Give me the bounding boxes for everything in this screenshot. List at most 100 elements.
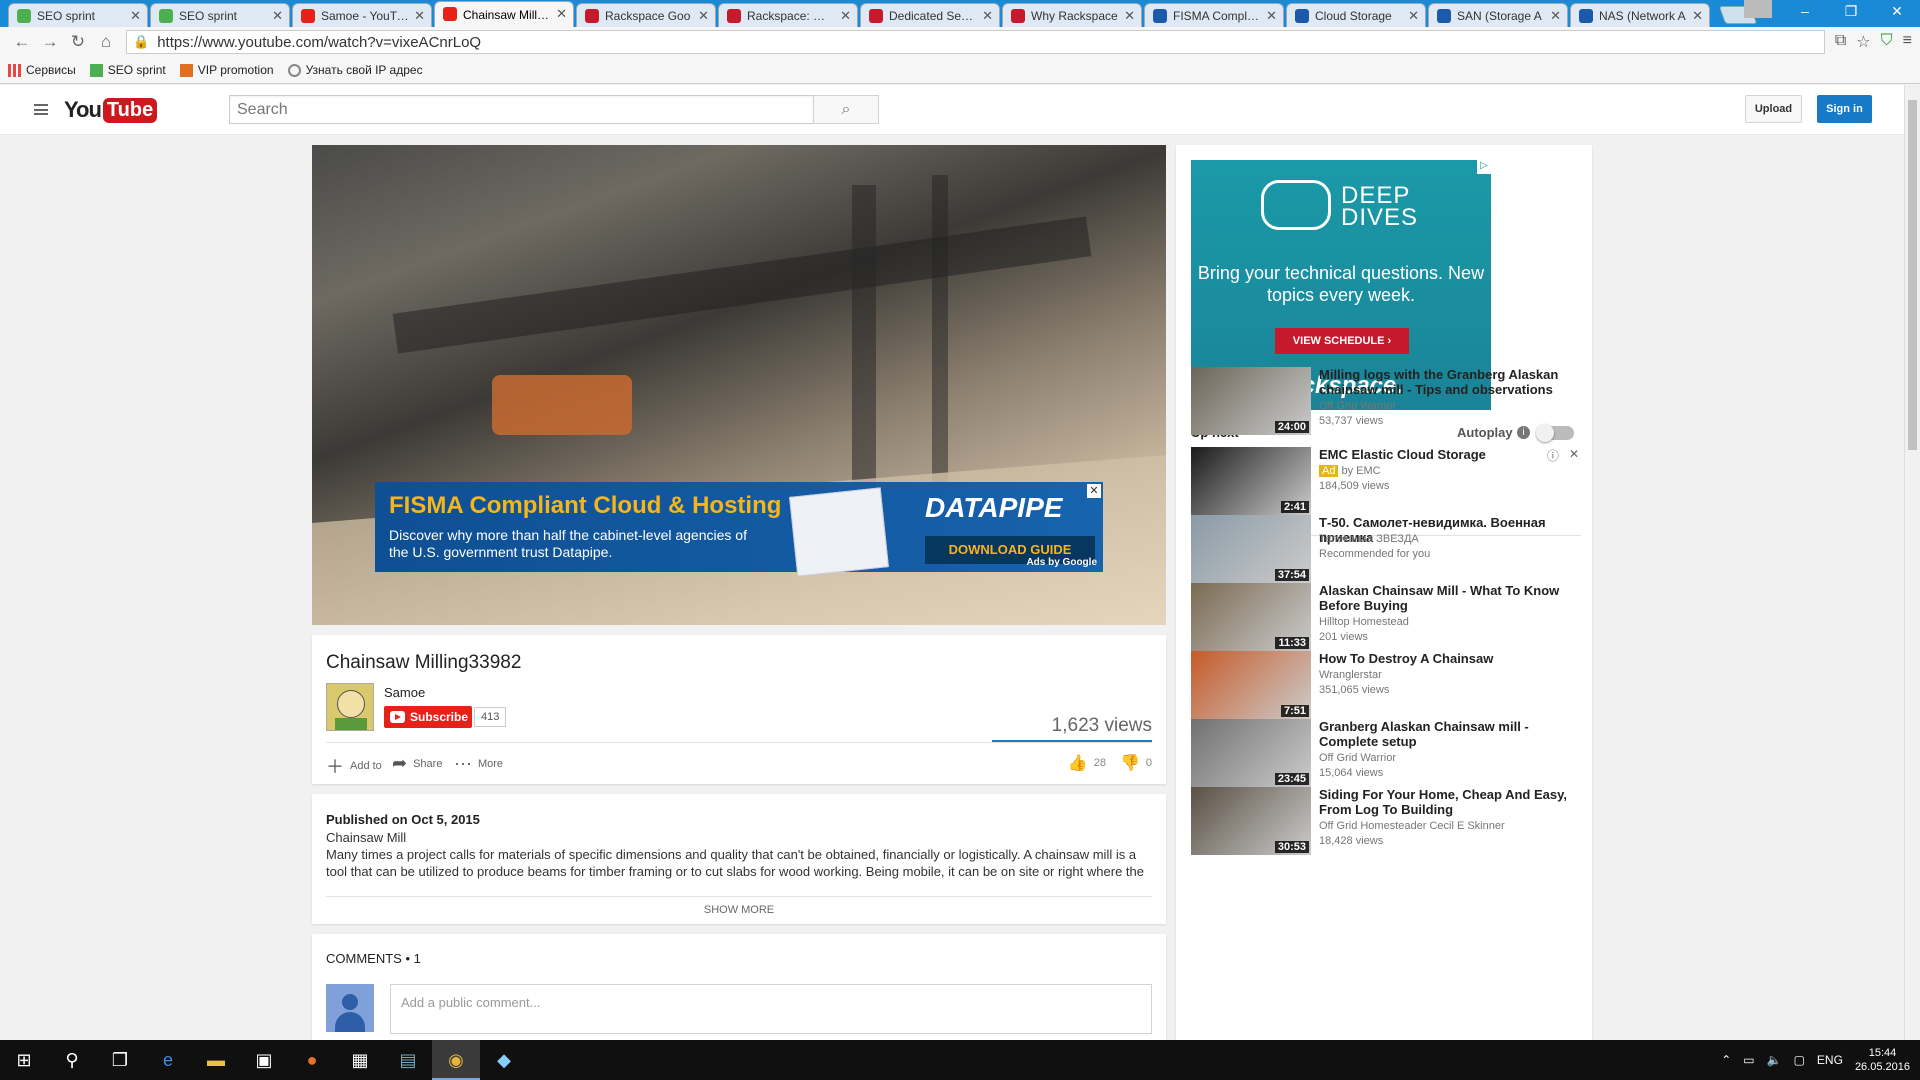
close-tab-icon[interactable]: ✕ <box>1408 8 1419 24</box>
bookmark-vip-promotion[interactable]: VIP promotion <box>179 63 274 77</box>
app-icon[interactable]: ◆ <box>480 1040 528 1080</box>
video-thumbnail[interactable]: 37:54 <box>1191 515 1311 583</box>
close-tab-icon[interactable]: ✕ <box>982 8 993 24</box>
video-thumbnail[interactable]: 23:45 <box>1191 719 1311 787</box>
info-icon[interactable]: ⓘ <box>1547 447 1559 464</box>
video-title[interactable]: Alaskan Chainsaw Mill - What To Know Bef… <box>1319 583 1579 613</box>
browser-tab[interactable]: Cloud Storage ✕ <box>1286 3 1426 27</box>
search-icon[interactable]: ⚲ <box>48 1040 96 1080</box>
close-icon[interactable]: ✕ <box>1569 447 1579 464</box>
related-video-item[interactable]: 11:33 Alaskan Chainsaw Mill - What To Kno… <box>1191 583 1581 653</box>
language-indicator[interactable]: ENG <box>1817 1053 1843 1067</box>
view-schedule-button[interactable]: VIEW SCHEDULE › <box>1275 328 1409 354</box>
video-thumbnail[interactable]: 7:51 <box>1191 651 1311 719</box>
close-ad-icon[interactable]: ✕ <box>1087 484 1101 498</box>
browser-tab[interactable]: SEO sprint ✕ <box>8 3 148 27</box>
video-channel[interactable]: Off Grid Warrior <box>1319 751 1396 766</box>
show-more-button[interactable]: SHOW MORE <box>312 904 1166 916</box>
page-scrollbar[interactable] <box>1904 85 1920 1040</box>
video-player[interactable]: FISMA Compliant Cloud & Hosting Discover… <box>312 145 1166 625</box>
browser-tab[interactable]: SEO sprint ✕ <box>150 3 290 27</box>
notifications-icon[interactable]: ▢ <box>1794 1053 1805 1067</box>
bookmark-seo-sprint[interactable]: SEO sprint <box>89 63 166 77</box>
bookmark-star-icon[interactable]: ☆ <box>1856 32 1870 52</box>
edge-browser-icon[interactable]: e <box>144 1040 192 1080</box>
task-view-icon[interactable]: ❐ <box>96 1040 144 1080</box>
close-tab-icon[interactable]: ✕ <box>556 6 567 22</box>
video-channel[interactable]: Off Grid Warrior <box>1319 399 1396 414</box>
close-tab-icon[interactable]: ✕ <box>698 8 709 24</box>
browser-tab[interactable]: Chainsaw Milling ✕ <box>434 1 574 27</box>
network-icon[interactable]: ▭ <box>1743 1053 1754 1067</box>
video-thumbnail[interactable]: 2:41 <box>1191 447 1311 515</box>
video-thumbnail[interactable]: 11:33 <box>1191 583 1311 651</box>
tray-chevron-icon[interactable]: ⌃ <box>1721 1053 1731 1067</box>
minimize-button[interactable]: – <box>1782 0 1828 24</box>
close-window-button[interactable]: ✕ <box>1874 0 1920 24</box>
browser-tab[interactable]: Dedicated Serve ✕ <box>860 3 1000 27</box>
browser-tab[interactable]: Rackspace Goo ✕ <box>576 3 716 27</box>
video-title[interactable]: Granberg Alaskan Chainsaw mill - Complet… <box>1319 719 1579 749</box>
browser-tab[interactable]: Rackspace: Man ✕ <box>718 3 858 27</box>
browser-tab[interactable]: Why Rackspace ✕ <box>1002 3 1142 27</box>
browser-tab[interactable]: FISMA Complian ✕ <box>1144 3 1284 27</box>
home-icon[interactable]: ⌂ <box>92 32 120 52</box>
related-video-item[interactable]: 37:54 Т-50. Самолет-невидимка. Военная пр… <box>1191 515 1581 585</box>
related-video-item[interactable]: 30:53 Siding For Your Home, Cheap And Eas… <box>1191 787 1581 857</box>
dislike-button[interactable]: 👎 0 <box>1120 753 1152 773</box>
close-tab-icon[interactable]: ✕ <box>840 8 851 24</box>
channel-avatar[interactable] <box>326 683 374 731</box>
more-button[interactable]: ··· More <box>454 753 503 774</box>
maximize-button[interactable]: ❐ <box>1828 0 1874 24</box>
close-tab-icon[interactable]: ✕ <box>414 8 425 24</box>
video-thumbnail[interactable]: 24:00 <box>1191 367 1311 435</box>
windows-start-icon[interactable]: ⊞ <box>0 1040 48 1080</box>
comment-input[interactable]: Add a public comment... <box>390 984 1152 1034</box>
calculator-icon[interactable]: ▦ <box>336 1040 384 1080</box>
close-tab-icon[interactable]: ✕ <box>1266 8 1277 24</box>
upload-button[interactable]: Upload <box>1745 95 1802 123</box>
related-video-item[interactable]: 7:51 How To Destroy A Chainsaw Wranglersta… <box>1191 651 1581 721</box>
add-to-button[interactable]: ＋ Add to <box>326 753 382 779</box>
reload-icon[interactable]: ↻ <box>64 32 92 52</box>
app-icon[interactable]: ▤ <box>384 1040 432 1080</box>
scrollbar-thumb[interactable] <box>1908 100 1917 450</box>
hamburger-menu-icon[interactable] <box>34 104 48 115</box>
browser-tab[interactable]: Samoe - YouTube ✕ <box>292 3 432 27</box>
search-button[interactable]: ⌕ <box>813 95 879 124</box>
player-overlay-ad[interactable]: FISMA Compliant Cloud & Hosting Discover… <box>375 482 1103 577</box>
file-explorer-icon[interactable]: ▬ <box>192 1040 240 1080</box>
subscribe-button[interactable]: Subscribe <box>384 706 472 728</box>
channel-name[interactable]: Samoe <box>384 685 425 700</box>
video-title[interactable]: EMC Elastic Cloud Storage <box>1319 447 1579 462</box>
video-channel[interactable]: Off Grid Homesteader Cecil E Skinner <box>1319 819 1505 834</box>
video-channel[interactable]: Wranglerstar <box>1319 668 1382 683</box>
close-tab-icon[interactable]: ✕ <box>1692 8 1703 24</box>
app-icon[interactable]: ▣ <box>240 1040 288 1080</box>
bookmark-apps[interactable]: Сервисы <box>8 63 76 77</box>
firefox-icon[interactable]: ● <box>288 1040 336 1080</box>
browser-tab[interactable]: NAS (Network A ✕ <box>1570 3 1710 27</box>
adchoices-icon[interactable]: ▷ <box>1477 160 1491 174</box>
video-title[interactable]: Siding For Your Home, Cheap And Easy, Fr… <box>1319 787 1579 817</box>
video-title[interactable]: Milling logs with the Granberg Alaskan c… <box>1319 367 1579 397</box>
chrome-menu-icon[interactable]: ≡ <box>1903 32 1912 52</box>
volume-icon[interactable]: 🔈 <box>1767 1053 1782 1067</box>
promoted-video-item[interactable]: 2:41 EMC Elastic Cloud Storage Ad by EMC ⓘ ✕ 1… <box>1191 447 1581 517</box>
close-tab-icon[interactable]: ✕ <box>272 8 283 24</box>
address-bar[interactable]: 🔒 https://www.youtube.com/watch?v=vixeAC… <box>126 30 1825 54</box>
chrome-icon[interactable]: ◉ <box>432 1040 480 1080</box>
video-channel[interactable]: Hilltop Homestead <box>1319 615 1409 630</box>
search-input[interactable]: Search <box>229 95 814 124</box>
video-channel[interactable]: Телеканал ЗВЕЗДА <box>1319 532 1419 547</box>
related-video-item[interactable]: 23:45 Granberg Alaskan Chainsaw mill - Co… <box>1191 719 1581 789</box>
related-video-item[interactable]: 24:00 Milling logs with the Granberg Alas… <box>1191 367 1581 437</box>
share-button[interactable]: ➦ Share <box>392 753 442 774</box>
bookmark-ip-address[interactable]: Узнать свой IP адрес <box>287 63 423 77</box>
close-tab-icon[interactable]: ✕ <box>1124 8 1135 24</box>
youtube-logo[interactable]: You Tube <box>64 97 158 123</box>
user-profile-icon[interactable] <box>1744 0 1772 18</box>
video-title[interactable]: How To Destroy A Chainsaw <box>1319 651 1579 666</box>
browser-tab[interactable]: SAN (Storage A ✕ <box>1428 3 1568 27</box>
extension-shield-icon[interactable]: ⛉ <box>1881 32 1893 52</box>
